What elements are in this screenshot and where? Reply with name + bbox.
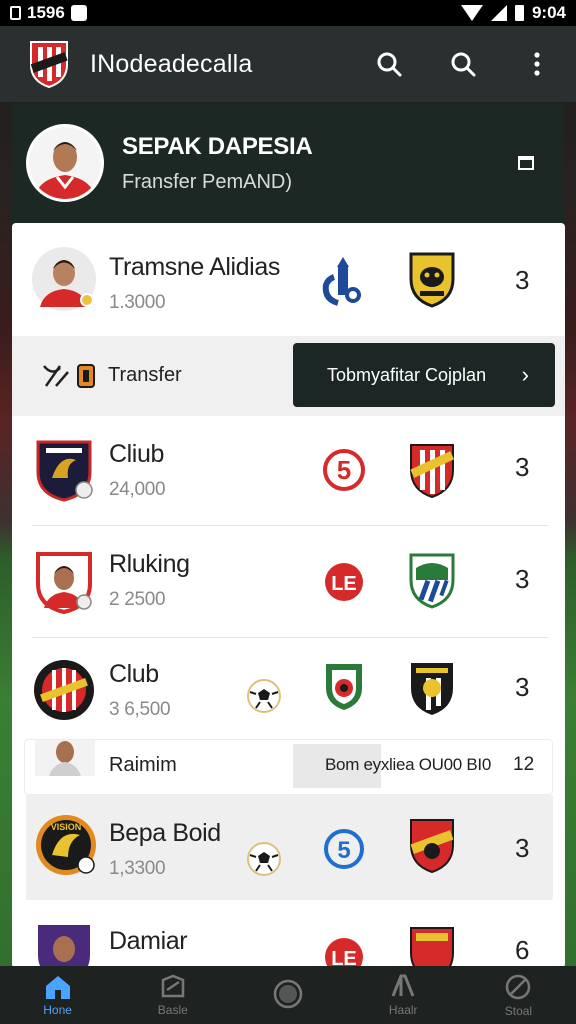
search-icon[interactable] <box>448 49 478 79</box>
nav-home[interactable]: Hone <box>0 966 115 1024</box>
transfer-plan-button[interactable]: Tobmyafitar Cojplan › <box>293 343 555 407</box>
nav-label: Hone <box>43 1002 72 1017</box>
list-item[interactable]: Rluking 2 2500 LE 3 <box>12 526 565 638</box>
transfer-icon <box>43 364 95 388</box>
svg-text:VISION: VISION <box>51 822 82 832</box>
bottom-nav: Hone Basle Haalr Stoal <box>0 966 576 1024</box>
window-icon[interactable] <box>518 156 534 170</box>
transfer-label: Transfer <box>108 364 182 386</box>
club-crest-icon <box>409 252 455 308</box>
list-item-selected[interactable]: VISION Bepa Boid 1,3300 5 3 <box>26 795 553 900</box>
avatar <box>32 247 96 311</box>
player-value: 24,000 <box>109 479 166 500</box>
app-bar: INodeadecalla <box>0 26 576 102</box>
svg-text:5: 5 <box>337 455 351 485</box>
club-le-icon: LE <box>325 938 363 968</box>
avatar <box>26 124 104 202</box>
transfer-plan-label: Tobmyafitar Cojplan <box>327 364 487 385</box>
player-name: Damiar <box>109 927 188 955</box>
club-shield-icon <box>326 664 362 710</box>
player-value: 1.3000 <box>109 292 166 313</box>
club-five-icon: 5 <box>324 829 364 869</box>
club-crest-icon <box>410 444 455 499</box>
player-name: Rluking <box>109 550 190 578</box>
wifi-icon <box>460 5 483 21</box>
player-value: 1,3300 <box>109 858 166 879</box>
list-item[interactable]: Tramsne Alidias 1.3000 3 <box>12 223 565 336</box>
tag-icon <box>161 974 185 997</box>
list-item-compact[interactable]: Raimim Bom eyxliea OU00 BI0 12 <box>24 739 553 795</box>
chevron-right-icon: › <box>521 362 529 387</box>
tower-badge-icon <box>322 257 361 306</box>
profile-name: SEPAK DAPESIA <box>122 132 313 160</box>
more-vertical-icon[interactable] <box>522 49 552 79</box>
search-icon[interactable] <box>374 49 404 79</box>
player-value: 2 2500 <box>109 589 166 610</box>
svg-text:LE: LE <box>331 573 357 595</box>
notification-icon <box>70 5 87 21</box>
football-icon <box>247 842 281 876</box>
player-value: 3 6,500 <box>109 699 171 720</box>
list-item[interactable]: Damiar LE 6 <box>12 909 565 968</box>
club-crest-icon <box>409 553 455 609</box>
status-bar: 1596 9:04 <box>0 0 576 26</box>
svg-text:5: 5 <box>337 837 350 864</box>
club-logo-icon[interactable] <box>28 39 70 89</box>
club-badge-icon <box>34 660 94 720</box>
nav-label: Haalr <box>388 1002 418 1017</box>
player-name: Club <box>109 660 159 688</box>
club-badge-icon <box>36 440 93 502</box>
status-time-left: 1596 <box>27 3 65 22</box>
nav-stoal[interactable]: Stoal <box>461 966 576 1024</box>
list-item[interactable]: Cliub 24,000 5 3 <box>12 416 565 526</box>
player-count: 12 <box>513 754 535 775</box>
player-name: Tramsne Alidias <box>109 253 280 281</box>
nav-haalr[interactable]: Haalr <box>346 966 461 1024</box>
nav-label: Stoal <box>504 1003 533 1018</box>
battery-icon <box>514 5 524 21</box>
circle-icon <box>273 979 303 1008</box>
club-badge-icon: VISION <box>36 815 96 875</box>
sim-icon <box>10 6 21 20</box>
player-count: 3 <box>515 452 530 482</box>
player-count: 6 <box>515 935 530 965</box>
player-detail: Bom eyxliea OU00 BI0 <box>325 755 491 774</box>
status-time: 9:04 <box>531 3 566 22</box>
player-count: 3 <box>515 672 530 702</box>
player-name: Raimim <box>109 754 177 776</box>
player-name: Cliub <box>109 440 164 468</box>
player-count: 3 <box>515 564 530 594</box>
club-crest-icon <box>410 819 454 874</box>
player-list: Tramsne Alidias 1.3000 3 Transfer Tobmya… <box>12 223 565 968</box>
club-le-icon: LE <box>325 563 363 601</box>
avatar <box>38 925 90 968</box>
list-item[interactable]: Club 3 6,500 3 <box>12 638 565 739</box>
profile-subtitle: Fransfer PemAND) <box>122 170 293 193</box>
player-count: 3 <box>515 265 530 295</box>
block-icon <box>506 974 531 999</box>
app-title: INodeadecalla <box>90 49 253 78</box>
upload-icon <box>391 974 415 997</box>
avatar <box>35 740 95 776</box>
football-icon <box>247 679 281 713</box>
signal-icon <box>490 5 507 21</box>
nav-center[interactable] <box>230 966 345 1024</box>
nav-label: Basle <box>157 1002 188 1017</box>
club-crest-icon <box>410 927 454 968</box>
player-count: 3 <box>515 833 530 863</box>
club-crest-icon <box>411 663 453 715</box>
avatar <box>36 552 92 614</box>
transfer-row: Transfer Tobmyafitar Cojplan › <box>12 336 565 416</box>
home-icon <box>45 975 70 999</box>
nav-basle[interactable]: Basle <box>115 966 230 1024</box>
profile-card[interactable]: SEPAK DAPESIA Fransfer PemAND) <box>12 103 564 223</box>
svg-text:LE: LE <box>331 948 357 968</box>
player-name: Bepa Boid <box>109 819 221 847</box>
club-five-icon: 5 <box>323 449 365 491</box>
